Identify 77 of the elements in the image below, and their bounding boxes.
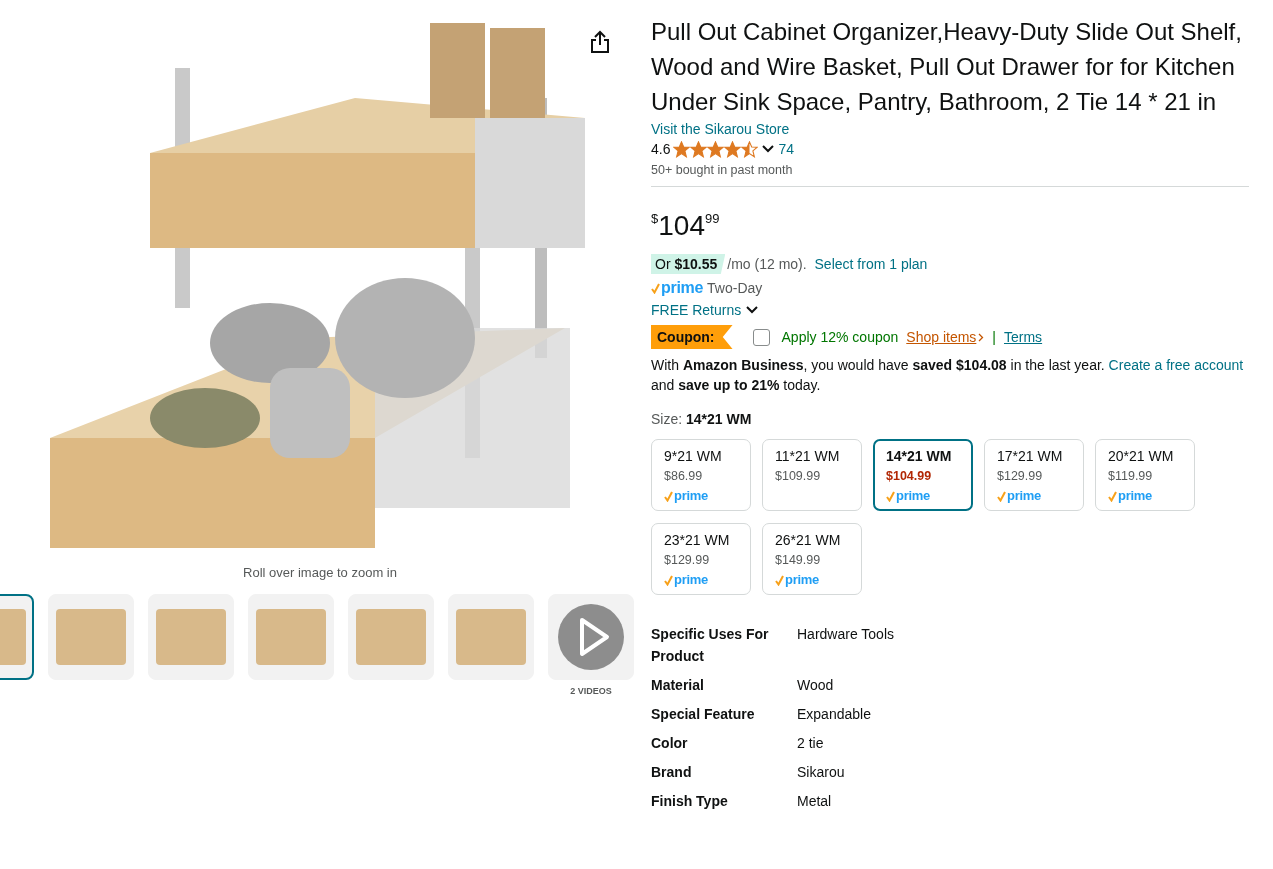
spec-label: Special Feature [651, 705, 756, 724]
size-price: $129.99 [664, 552, 711, 569]
size-name: 20*21 WM [1108, 447, 1175, 466]
store-link[interactable]: Visit the Sikarou Store [651, 121, 790, 137]
coupon-badge: Coupon: [651, 325, 733, 349]
prime-logo: prime [674, 571, 708, 589]
star-rating[interactable] [673, 140, 759, 158]
size-name: 23*21 WM [664, 531, 731, 550]
checkmark-icon [664, 490, 673, 502]
spec-label: Specific Uses For Product [651, 625, 770, 666]
coupon-checkbox[interactable] [752, 328, 770, 346]
business-savings-text: With Amazon Business, you would have saved $104.08 in the last year. Create a free account and save up to 21% today. [651, 356, 1245, 395]
chevron-right-icon [978, 332, 985, 342]
size-name: 17*21 WM [997, 447, 1064, 466]
size-option[interactable]: 14*21 WM $104.99 prime [873, 439, 973, 511]
free-returns-link[interactable]: FREE Returns [651, 300, 742, 320]
shop-items-link[interactable]: Shop items [906, 327, 977, 347]
spec-value: 2 tie [797, 734, 825, 753]
prime-logo: prime [1007, 487, 1041, 505]
size-option[interactable]: 9*21 WM $86.99 prime [651, 439, 751, 511]
selected-size: 14*21 WM [686, 411, 752, 427]
spec-label: Color [651, 734, 689, 753]
zoom-hint: Roll over image to zoom in [242, 565, 398, 580]
share-icon[interactable] [590, 30, 610, 54]
checkmark-icon [664, 574, 673, 586]
video-count: 2 VIDEOS [570, 686, 612, 696]
spec-value: Metal [797, 792, 833, 811]
checkmark-icon [997, 490, 1006, 502]
coupon-label: Apply 12% coupon [781, 328, 899, 347]
spec-label: Finish Type [651, 792, 729, 811]
size-option[interactable]: 23*21 WM $129.99 prime [651, 523, 751, 595]
prime-logo: prime [661, 278, 704, 298]
size-name: 11*21 WM [775, 447, 841, 466]
size-label: Size: [651, 411, 683, 427]
size-price: $129.99 [997, 468, 1044, 485]
rating-value: 4.6 [651, 140, 671, 159]
spec-value: Hardware Tools [797, 625, 895, 644]
video-thumbnail[interactable] [548, 594, 634, 680]
price: $^{$}$104$^{99}$ [651, 209, 721, 243]
play-icon [557, 603, 625, 671]
checkmark-icon [651, 282, 660, 294]
size-name: 26*21 WM [775, 531, 842, 550]
size-name: 9*21 WM [664, 447, 723, 466]
ratings-count-link[interactable]: 74 [778, 139, 795, 159]
product-title: Pull Out Cabinet Organizer,Heavy-Duty Slide Out Shelf, Wood and Wire Basket, Pull Out Drawer for for Kitchen Under Sink Space, Pantry, Bathroom, 2 Tie 14 * 21 in [651, 17, 1243, 117]
size-price: $149.99 [775, 552, 822, 569]
size-option[interactable]: 11*21 WM $109.99 [762, 439, 862, 511]
checkmark-icon [1108, 490, 1117, 502]
size-price: $86.99 [664, 468, 704, 485]
checkmark-icon [886, 490, 895, 502]
size-option[interactable]: 17*21 WM $129.99 prime [984, 439, 1084, 511]
prime-logo: prime [785, 571, 819, 589]
purchase-count: 50+ bought in past month [651, 163, 793, 177]
size-option[interactable]: 26*21 WM $149.99 prime [762, 523, 862, 595]
delivery-speed: Two-Day [707, 279, 763, 298]
terms-link[interactable]: Terms [1004, 327, 1043, 347]
monthly-payment-badge: Or $10.55 [651, 254, 726, 274]
prime-logo: prime [896, 487, 930, 505]
spec-value: Expandable [797, 705, 872, 724]
spec-label: Brand [651, 763, 693, 782]
size-price: $109.99 [775, 468, 822, 485]
checkmark-icon [775, 574, 784, 586]
payment-plan-link[interactable]: Select from 1 plan [814, 254, 928, 274]
prime-logo: prime [674, 487, 708, 505]
prime-logo: prime [1118, 487, 1152, 505]
payment-term: /mo (12 mo). [727, 255, 807, 274]
spec-value: Wood [797, 676, 835, 695]
size-price: $104.99 [886, 468, 933, 485]
size-price: $119.99 [1108, 468, 1154, 485]
spec-label: Material [651, 676, 705, 695]
chevron-down-icon[interactable] [745, 305, 760, 315]
separator: | [992, 328, 996, 347]
spec-value: Sikarou [797, 763, 846, 782]
create-account-link[interactable]: Create a free account [1108, 357, 1244, 373]
chevron-down-icon[interactable] [761, 144, 776, 154]
size-option[interactable]: 20*21 WM $119.99 prime [1095, 439, 1195, 511]
size-name: 14*21 WM [886, 447, 953, 466]
